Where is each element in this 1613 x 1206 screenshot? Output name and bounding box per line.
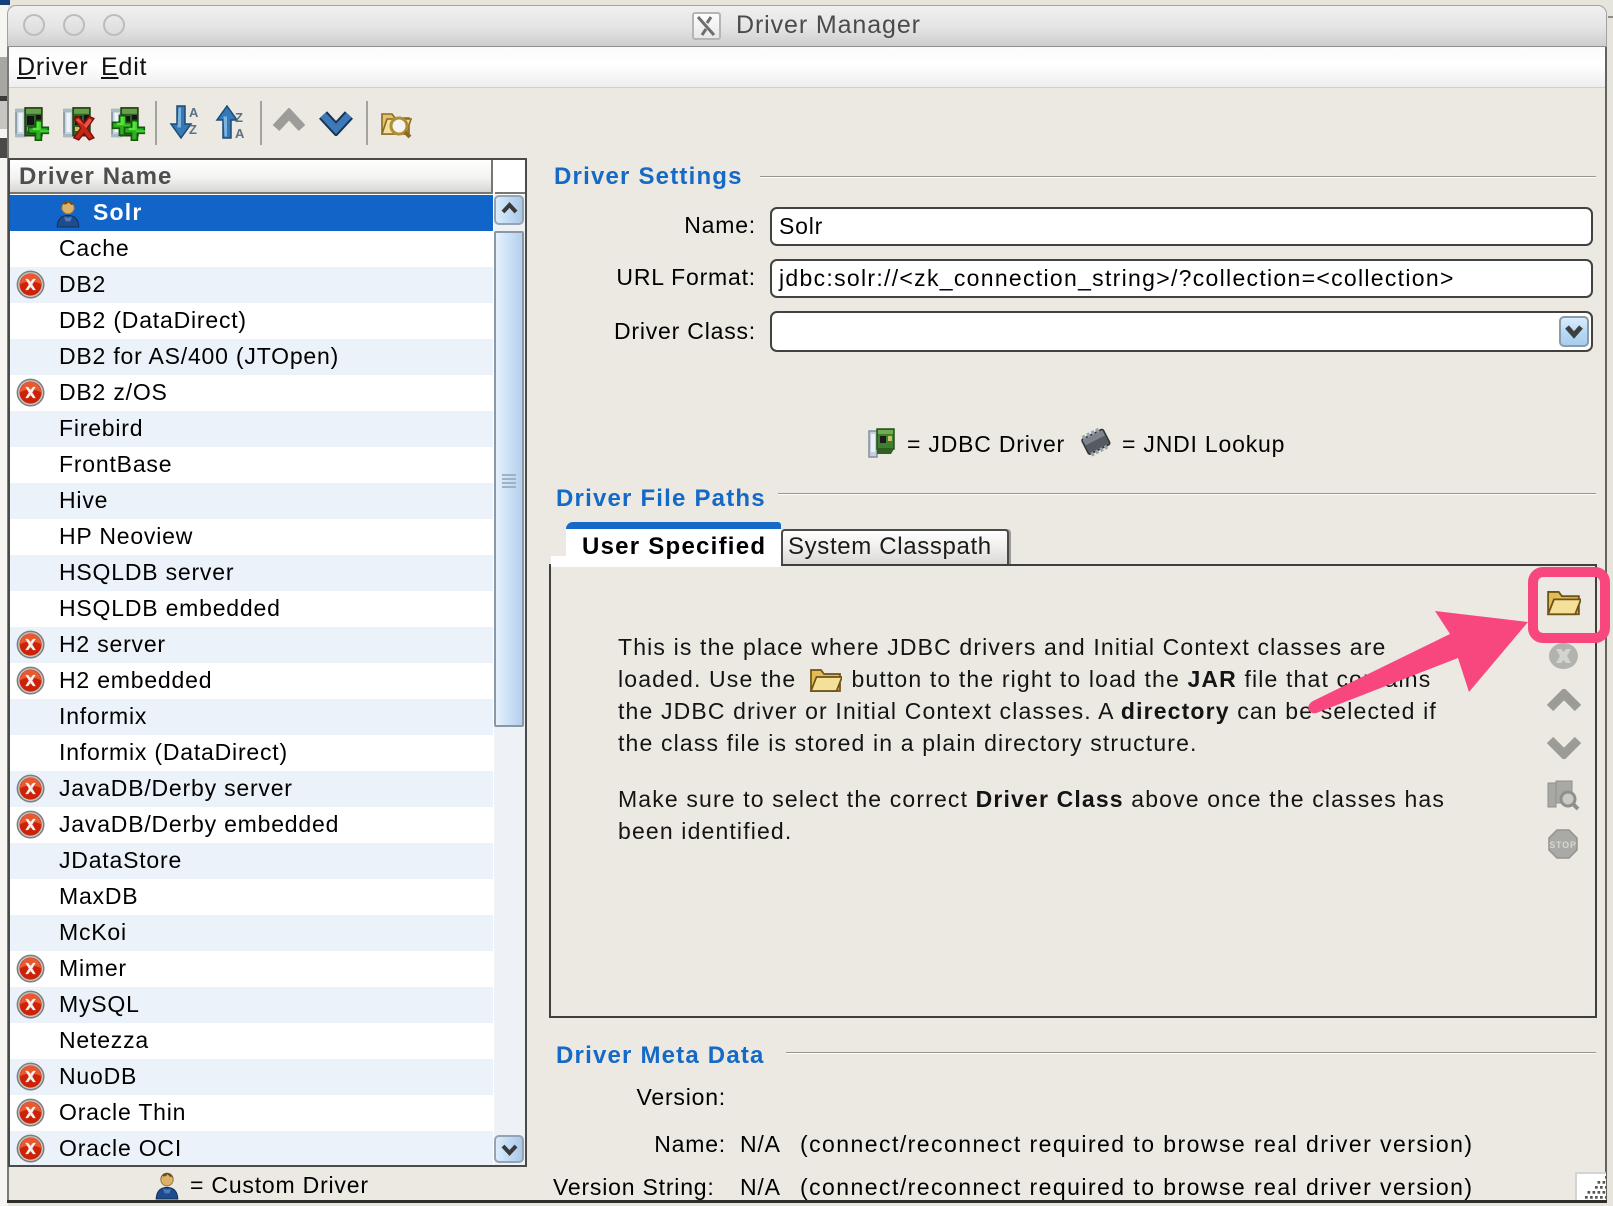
svg-text:A: A <box>189 105 199 120</box>
svg-text:Z: Z <box>235 110 244 125</box>
svg-text:Z: Z <box>189 122 198 137</box>
svg-text:A: A <box>235 126 245 140</box>
svg-text:STOP: STOP <box>1549 840 1577 850</box>
